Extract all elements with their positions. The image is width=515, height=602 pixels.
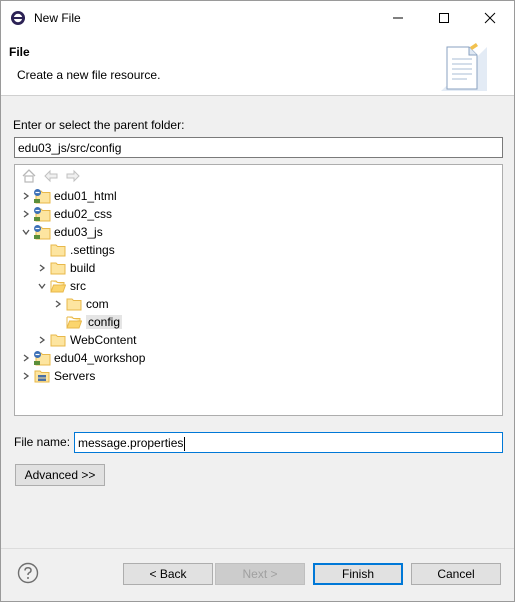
tree-item[interactable]: Servers [21, 367, 95, 385]
tree-expander-spacer [37, 245, 47, 255]
tree-item-label: edu03_js [54, 225, 103, 239]
home-icon[interactable] [21, 168, 37, 184]
window-title: New File [34, 11, 81, 25]
new-file-wizard-icon [441, 43, 487, 91]
file-name-label: File name: [14, 435, 71, 449]
back-arrow-icon[interactable] [43, 168, 59, 184]
tree-item[interactable]: config [53, 313, 123, 331]
maximize-icon [439, 13, 449, 23]
tree-item[interactable]: .settings [37, 241, 115, 259]
open-folder-icon [49, 278, 67, 294]
open-folder-icon [65, 314, 83, 330]
tree-item-label: WebContent [70, 333, 137, 347]
page-title: File [9, 45, 30, 59]
tree-item[interactable]: edu04_workshop [21, 349, 145, 367]
close-icon [484, 12, 496, 24]
back-button[interactable]: < Back [123, 563, 213, 585]
chevron-right-icon[interactable] [21, 371, 31, 381]
tree-nav-toolbar [21, 168, 81, 184]
chevron-down-icon[interactable] [37, 281, 47, 291]
advanced-button[interactable]: Advanced >> [15, 464, 105, 486]
wizard-header: File Create a new file resource. [1, 35, 514, 96]
tree-item-label: edu02_css [54, 207, 113, 221]
folder-icon [49, 242, 67, 258]
new-file-dialog: New File File Create a new file resource… [0, 0, 515, 602]
folder-icon [65, 296, 83, 312]
chevron-right-icon[interactable] [21, 209, 31, 219]
project-icon [33, 350, 51, 366]
tree-item[interactable]: src [37, 277, 86, 295]
parent-folder-input[interactable]: edu03_js/src/config [14, 137, 503, 158]
title-bar: New File [1, 1, 514, 35]
parent-folder-value: edu03_js/src/config [18, 141, 122, 155]
file-name-input[interactable]: message.properties [74, 432, 503, 453]
project-icon [33, 206, 51, 222]
tree-item-label: config [86, 315, 123, 329]
project-icon [33, 188, 51, 204]
tree-item-label: .settings [70, 243, 115, 257]
minimize-icon [393, 17, 403, 19]
tree-item-label: build [70, 261, 96, 275]
tree-item-label: Servers [54, 369, 96, 383]
close-button[interactable] [467, 1, 513, 35]
finish-button[interactable]: Finish [313, 563, 403, 585]
minimize-button[interactable] [375, 1, 421, 35]
tree-item-label: com [86, 297, 109, 311]
next-button[interactable]: Next > [215, 563, 305, 585]
parent-folder-label: Enter or select the parent folder: [13, 118, 185, 132]
project-icon [33, 224, 51, 240]
footer-separator [1, 548, 514, 549]
help-icon[interactable] [17, 562, 39, 584]
tree-item[interactable]: edu02_css [21, 205, 112, 223]
tree-item[interactable]: edu01_html [21, 187, 117, 205]
chevron-right-icon[interactable] [53, 299, 63, 309]
folder-tree[interactable]: edu01_html edu02_css edu03_js .settings buil… [14, 164, 503, 416]
chevron-down-icon[interactable] [21, 227, 31, 237]
folder-icon [49, 332, 67, 348]
tree-item[interactable]: com [53, 295, 109, 313]
text-caret [184, 436, 186, 451]
maximize-button[interactable] [421, 1, 467, 35]
chevron-right-icon[interactable] [37, 335, 47, 345]
chevron-right-icon[interactable] [37, 263, 47, 273]
file-name-value: message.properties [78, 436, 184, 450]
tree-item-label: src [70, 279, 86, 293]
cancel-button[interactable]: Cancel [411, 563, 501, 585]
tree-item-label: edu01_html [54, 189, 117, 203]
tree-expander-spacer [53, 317, 63, 327]
tree-item[interactable]: WebContent [37, 331, 137, 349]
forward-arrow-icon[interactable] [65, 168, 81, 184]
tree-item-label: edu04_workshop [54, 351, 146, 365]
tree-item[interactable]: build [37, 259, 95, 277]
tree-item[interactable]: edu03_js [21, 223, 103, 241]
servers-folder-icon [33, 368, 51, 384]
folder-icon [49, 260, 67, 276]
chevron-right-icon[interactable] [21, 353, 31, 363]
eclipse-icon [11, 11, 25, 25]
page-description: Create a new file resource. [17, 68, 161, 82]
chevron-right-icon[interactable] [21, 191, 31, 201]
